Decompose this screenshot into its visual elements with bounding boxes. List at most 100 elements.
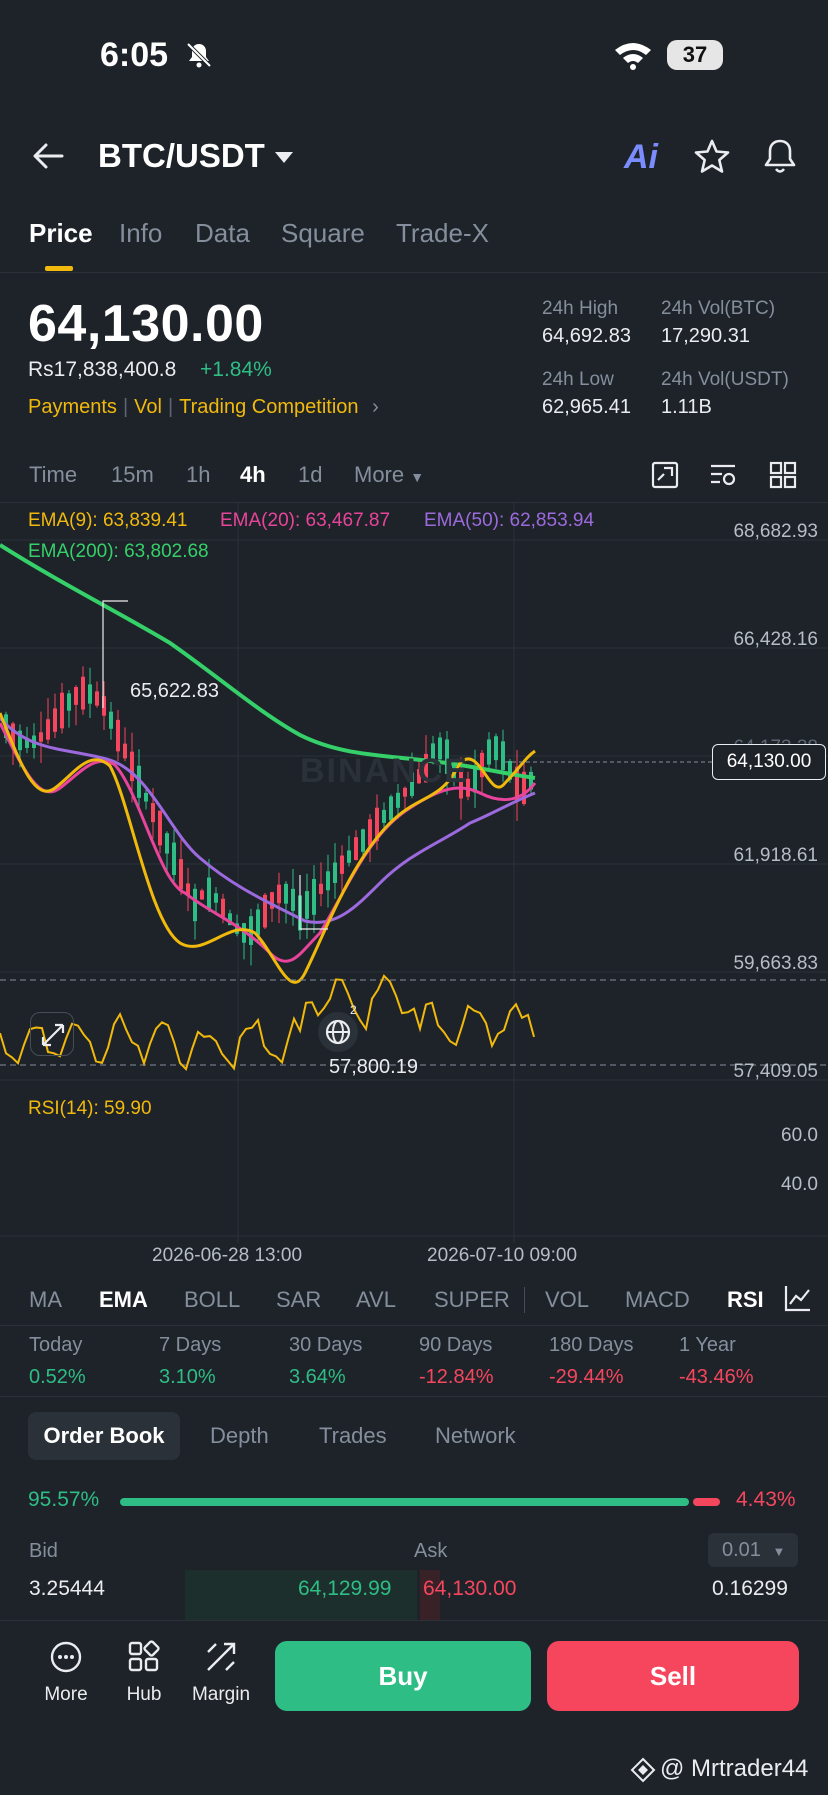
indicator-ma[interactable]: MA — [29, 1287, 62, 1313]
chevron-down-icon[interactable] — [275, 152, 293, 163]
stat-24h-low-value: 62,965.41 — [542, 396, 631, 418]
last-price: 64,130.00 — [28, 295, 264, 353]
tag-trading-competition[interactable]: Trading Competition — [179, 396, 358, 418]
stat-24h-high-label: 24h High — [542, 298, 619, 319]
promo-tags: Payments | Vol | Trading Competition › — [28, 396, 379, 418]
indicator-sar[interactable]: SAR — [276, 1287, 321, 1313]
indicator-vol[interactable]: VOL — [545, 1287, 589, 1313]
interval-15m[interactable]: 15m — [111, 462, 154, 488]
interval-1d[interactable]: 1d — [298, 462, 322, 488]
current-price-tag: 64,130.00 — [712, 744, 826, 780]
pair-selector[interactable]: BTC/USDT — [98, 137, 265, 175]
tab-trade-x[interactable]: Trade-X — [396, 218, 489, 249]
candle-body — [109, 711, 113, 729]
indicator-boll[interactable]: BOLL — [184, 1287, 240, 1313]
candle-body — [67, 693, 71, 711]
status-time: 6:05 — [100, 36, 169, 74]
sell-button[interactable]: Sell — [547, 1641, 799, 1711]
nav-hub[interactable]: Hub — [104, 1640, 184, 1706]
interval-more[interactable]: More ▼ — [354, 462, 424, 488]
buy-button[interactable]: Buy — [275, 1641, 531, 1711]
tab-price[interactable]: Price — [29, 218, 93, 249]
stat-24h-vol-btc-value: 17,290.31 — [661, 325, 750, 347]
tag-vol[interactable]: Vol — [134, 396, 162, 418]
hub-icon — [128, 1640, 160, 1672]
candle-body — [53, 708, 57, 732]
tab-network[interactable]: Network — [435, 1423, 516, 1449]
perf-value: 3.64% — [289, 1366, 346, 1388]
candle-body — [130, 751, 134, 782]
price-chart[interactable] — [0, 503, 828, 1243]
indicator-avl[interactable]: AVL — [356, 1287, 396, 1313]
ema9-label: EMA(9): 63,839.41 — [28, 510, 188, 531]
favorite-star-icon[interactable] — [693, 138, 731, 176]
perf-value: -29.44% — [549, 1366, 624, 1388]
y-axis-label: 68,682.93 — [733, 521, 818, 542]
perf-label: 1 Year — [679, 1334, 736, 1356]
bid-quantity: 3.25444 — [29, 1577, 105, 1600]
perf-label: 7 Days — [159, 1334, 222, 1356]
ask-price[interactable]: 64,130.00 — [423, 1577, 516, 1601]
divider — [0, 272, 828, 273]
interval-time[interactable]: Time — [29, 462, 77, 488]
candle-body — [326, 871, 330, 891]
ask-quantity: 0.16299 — [712, 1577, 788, 1600]
candle-body — [319, 883, 323, 894]
ai-assistant-icon[interactable]: Ai — [624, 138, 658, 177]
divider — [0, 1325, 828, 1326]
page-tabs: Price Info Data Square Trade-X — [0, 218, 828, 270]
bid-ratio: 95.57% — [28, 1488, 100, 1511]
perf-label: 90 Days — [419, 1334, 493, 1356]
perf-label: 180 Days — [549, 1334, 634, 1356]
candle-body — [473, 767, 477, 793]
indicator-macd[interactable]: MACD — [625, 1287, 690, 1313]
indicator-list-icon[interactable] — [708, 460, 738, 490]
bid-price[interactable]: 64,129.99 — [298, 1577, 391, 1601]
candle-body — [312, 879, 316, 915]
ema200-label: EMA(200): 63,802.68 — [28, 541, 209, 562]
interval-4h[interactable]: 4h — [240, 462, 266, 488]
chart-settings-icon[interactable] — [650, 460, 680, 490]
tab-trades[interactable]: Trades — [319, 1423, 387, 1449]
tag-payments[interactable]: Payments — [28, 396, 117, 418]
precision-select[interactable]: 0.01 ▼ — [708, 1533, 798, 1567]
back-arrow-icon[interactable] — [30, 138, 66, 174]
indicator-ema[interactable]: EMA — [99, 1287, 148, 1313]
stat-24h-vol-usdt-label: 24h Vol(USDT) — [661, 369, 789, 390]
globe-button[interactable] — [318, 1012, 358, 1052]
stat-24h-low-label: 24h Low — [542, 369, 614, 390]
candle-body — [165, 833, 169, 854]
candle-body — [501, 741, 505, 771]
chevron-right-icon[interactable]: › — [372, 396, 379, 418]
rsi-axis-label: 40.0 — [781, 1174, 818, 1195]
candle-body — [305, 891, 309, 919]
candle-body — [74, 687, 78, 705]
nav-more[interactable]: More — [26, 1640, 106, 1706]
bid-header: Bid — [29, 1540, 58, 1562]
tab-depth[interactable]: Depth — [210, 1423, 269, 1449]
tab-data[interactable]: Data — [195, 218, 250, 249]
divider — [524, 1287, 525, 1313]
ask-header: Ask — [414, 1540, 448, 1562]
interval-1h[interactable]: 1h — [186, 462, 210, 488]
indicator-rsi[interactable]: RSI — [727, 1287, 764, 1313]
candle-body — [396, 792, 400, 808]
credit-watermark: @ Mrtrader44 — [660, 1755, 809, 1782]
ema50-label: EMA(50): 62,853.94 — [424, 510, 595, 531]
indicator-super[interactable]: SUPER — [434, 1287, 510, 1313]
tab-square[interactable]: Square — [281, 218, 365, 249]
candle-body — [494, 736, 498, 761]
perf-value: -43.46% — [679, 1366, 754, 1388]
price-alert-bell-icon[interactable] — [761, 136, 799, 176]
ema50-line — [0, 717, 536, 924]
ask-ratio-bar — [693, 1498, 720, 1506]
indicator-chart-icon[interactable] — [782, 1282, 814, 1314]
tab-order-book[interactable]: Order Book — [28, 1412, 180, 1460]
fullscreen-button[interactable] — [30, 1012, 74, 1056]
rsi-axis-label: 60.0 — [781, 1125, 818, 1146]
grid-layout-icon[interactable] — [768, 460, 798, 490]
nav-margin[interactable]: Margin — [181, 1640, 261, 1706]
perf-value: 0.52% — [29, 1366, 86, 1388]
candle-body — [144, 792, 148, 802]
tab-info[interactable]: Info — [119, 218, 162, 249]
